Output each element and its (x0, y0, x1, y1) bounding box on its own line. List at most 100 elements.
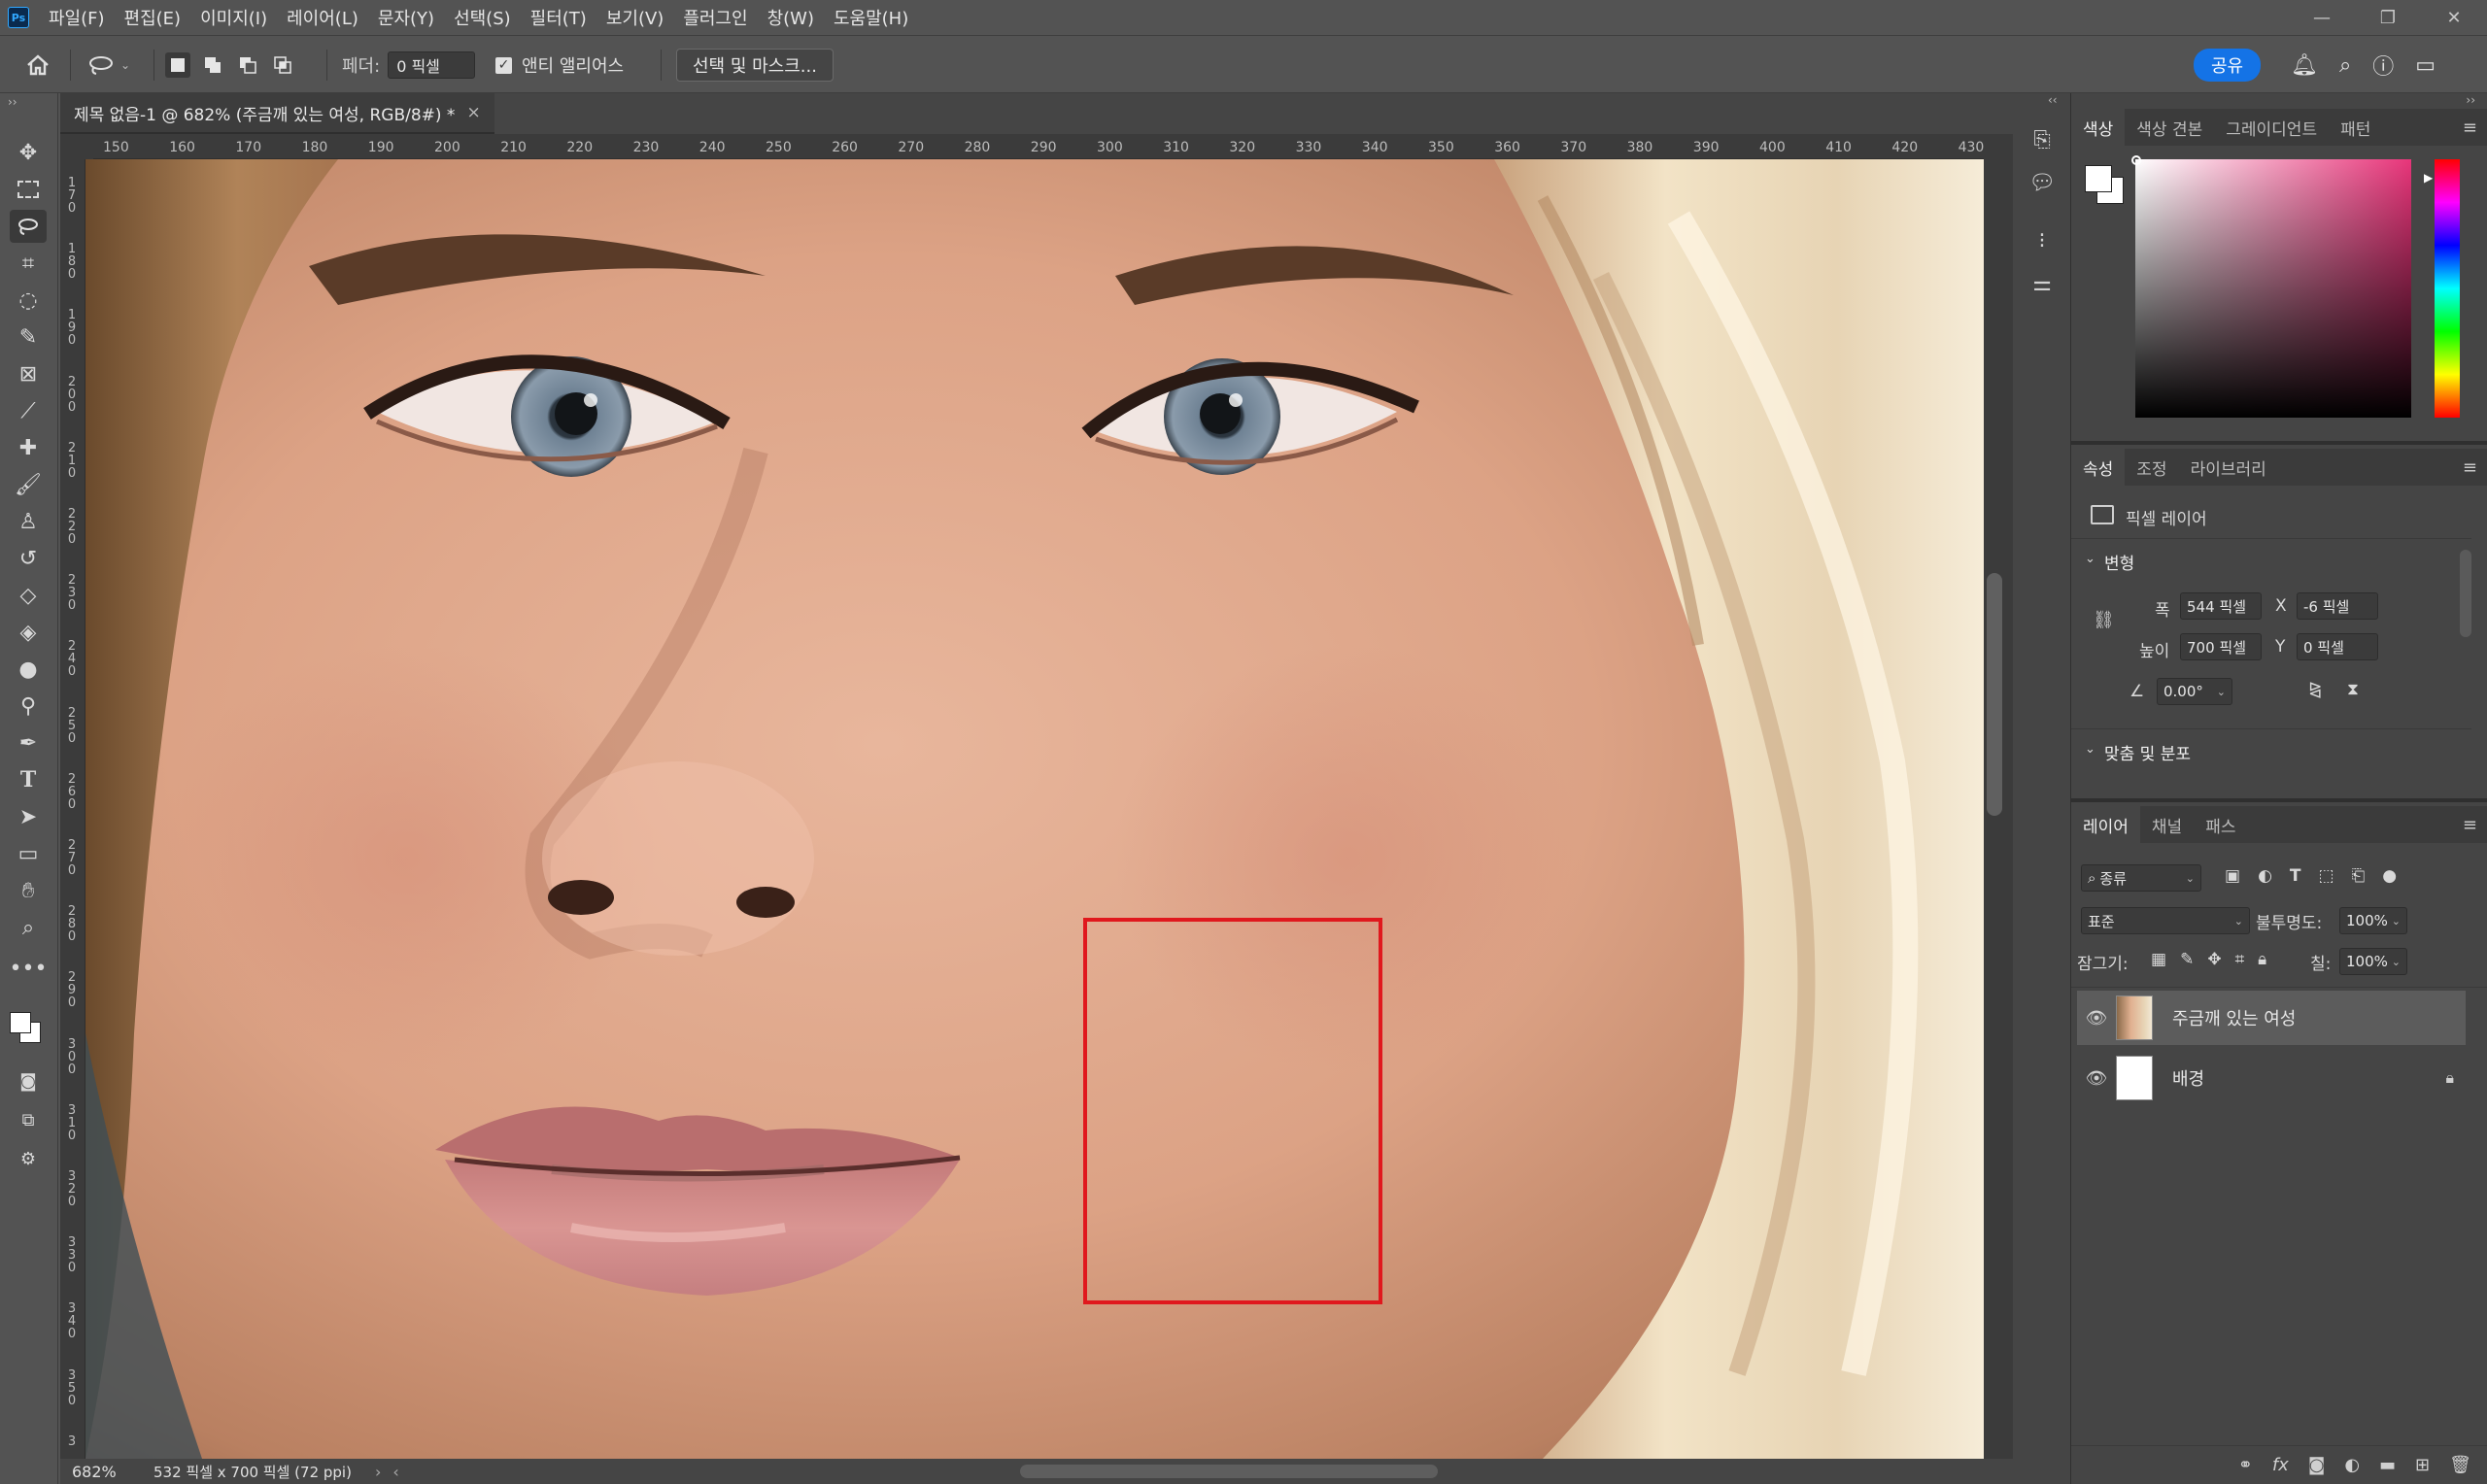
horizontal-scroll-thumb[interactable] (1020, 1465, 1438, 1478)
width-input[interactable]: 544 픽셀 (2180, 592, 2262, 620)
selection-rectangle[interactable] (1083, 918, 1382, 1304)
antialias-checkbox[interactable]: ✓ 앤티 앨리어스 (495, 36, 624, 94)
menu-view[interactable]: 보기(V) (606, 5, 664, 30)
dodge-tool-icon[interactable]: ⚲ (10, 690, 47, 723)
properties-scroll-thumb[interactable] (2460, 550, 2471, 637)
workspace-icon[interactable]: ▭ (2415, 53, 2436, 78)
visibility-eye-icon[interactable]: 👁︎ (2077, 1008, 2116, 1029)
eyedropper-tool-icon[interactable]: ⟋ (10, 394, 47, 427)
tab-properties[interactable]: 속성 (2071, 449, 2126, 486)
tab-gradients[interactable]: 그레이디언트 (2214, 109, 2329, 146)
subtract-selection-button[interactable] (235, 52, 260, 78)
help-icon[interactable]: ⓘ (2372, 50, 2394, 81)
close-window-button[interactable]: ✕ (2421, 8, 2487, 28)
tab-channels[interactable]: 채널 (2140, 806, 2194, 843)
pen-tool-icon[interactable]: ✒︎ (10, 726, 47, 759)
lock-all-icon[interactable]: 🔒︎ (2258, 950, 2266, 969)
document-size-info[interactable]: 532 픽셀 x 700 픽셀 (72 ppi) (153, 1462, 352, 1482)
height-input[interactable]: 700 픽셀 (2180, 633, 2262, 660)
tab-paths[interactable]: 패스 (2194, 806, 2247, 843)
fg-bg-swatch[interactable] (2083, 163, 2126, 206)
align-section-title[interactable]: 맞춤 및 분포 (2104, 740, 2191, 764)
move-tool-icon[interactable]: ✥ (10, 136, 47, 169)
flip-vertical-icon[interactable]: ⧗ (2347, 680, 2359, 699)
delete-layer-icon[interactable]: 🗑︎ (2449, 1455, 2471, 1475)
tab-adjustments[interactable]: 조정 (2125, 449, 2178, 486)
filter-pixel-icon[interactable]: ▣ (2225, 866, 2240, 886)
filter-shape-icon[interactable]: ⬚ (2319, 866, 2334, 886)
menu-select[interactable]: 선택(S) (454, 5, 511, 30)
ruler-origin[interactable] (60, 134, 93, 159)
eraser-tool-icon[interactable]: ◇ (10, 579, 47, 612)
document-tab[interactable]: 제목 없음-1 @ 682% (주금깨 있는 여성, RGB/8#) * × (60, 93, 494, 134)
intersect-selection-button[interactable] (270, 52, 295, 78)
restore-button[interactable]: ❐ (2355, 8, 2421, 28)
new-selection-button[interactable] (165, 52, 190, 78)
collapse-icon[interactable]: ‹‹ (2048, 93, 2058, 107)
brush-tool-icon[interactable]: 🖌︎ (10, 468, 47, 501)
hand-tool-icon[interactable]: ✋︎ (10, 874, 47, 907)
add-mask-icon[interactable]: ◙ (2308, 1455, 2325, 1475)
healing-brush-tool-icon[interactable]: ✚ (10, 431, 47, 464)
lock-position-icon[interactable]: ✥ (2207, 950, 2221, 969)
scroll-left-icon[interactable]: ‹ (392, 1463, 398, 1481)
menu-layer[interactable]: 레이어(L) (287, 5, 358, 30)
filter-smartobject-icon[interactable]: ⎗ (2352, 866, 2366, 886)
color-swatches[interactable] (8, 1006, 49, 1051)
chevron-down-icon[interactable]: ⌄ (2085, 552, 2095, 566)
opacity-input[interactable]: 100% ⌄ (2339, 907, 2407, 934)
paint-bucket-tool-icon[interactable]: ◈ (10, 616, 47, 649)
frame-tool-icon[interactable]: ⊠ (10, 357, 47, 390)
bell-icon[interactable]: 🔔︎ (2291, 53, 2318, 78)
status-arrow-icon[interactable]: › (375, 1463, 381, 1481)
hue-slider[interactable] (2435, 159, 2460, 418)
flip-horizontal-icon[interactable]: ⧎ (2308, 680, 2322, 699)
panel-menu-icon[interactable]: ≡ (2463, 815, 2477, 835)
visibility-eye-icon[interactable]: 👁︎ (2077, 1068, 2116, 1089)
y-input[interactable]: 0 픽셀 (2297, 633, 2378, 660)
layer-row[interactable]: 👁︎ 주금깨 있는 여성 (2077, 991, 2466, 1045)
panel-menu-icon[interactable]: ≡ (2463, 457, 2477, 478)
share-button[interactable]: 공유 (2194, 49, 2262, 82)
generative-icon[interactable]: ⚙︎ (10, 1142, 47, 1175)
path-selection-tool-icon[interactable]: ➤ (10, 800, 47, 833)
adjustment-layer-icon[interactable]: ◐ (2344, 1455, 2360, 1475)
menu-file[interactable]: 파일(F) (49, 5, 105, 30)
panel-menu-icon[interactable]: ≡ (2463, 118, 2477, 138)
lock-transparency-icon[interactable]: ▦ (2151, 950, 2166, 969)
filter-adjustment-icon[interactable]: ◐ (2258, 866, 2272, 886)
filter-type-icon[interactable]: T (2290, 866, 2301, 886)
new-group-icon[interactable]: ▬ (2379, 1455, 2396, 1475)
canvas-area[interactable] (85, 159, 1984, 1459)
zoom-level[interactable]: 682% (72, 1463, 150, 1481)
screen-mode-icon[interactable]: ⧉ (10, 1103, 47, 1136)
feather-input[interactable]: 0 픽셀 (388, 51, 476, 79)
blur-tool-icon[interactable]: ● (10, 653, 47, 686)
comments-icon[interactable]: 💬︎ (2027, 167, 2058, 198)
layer-name[interactable]: 배경 (2172, 1065, 2204, 1091)
rectangle-tool-icon[interactable]: ▭ (10, 837, 47, 870)
fx-icon[interactable]: fx (2272, 1455, 2289, 1475)
marquee-tool-icon[interactable] (10, 173, 47, 206)
tab-libraries[interactable]: 라이브러리 (2179, 449, 2278, 486)
color-field[interactable] (2131, 155, 2411, 418)
menu-window[interactable]: 창(W) (767, 5, 814, 30)
history-icon[interactable]: ⎘ (2027, 124, 2058, 155)
x-input[interactable]: -6 픽셀 (2297, 592, 2378, 620)
collapse-icon[interactable]: ›› (8, 95, 17, 109)
collapse-icon[interactable]: ›› (2466, 93, 2475, 107)
layer-filter-select[interactable]: ⌕ 종류 ⌄ (2081, 864, 2201, 892)
tab-layers[interactable]: 레이어 (2071, 806, 2140, 843)
minimize-button[interactable]: — (2289, 8, 2355, 28)
lasso-tool-icon[interactable] (10, 210, 47, 243)
brush-settings-icon[interactable]: ⁝ (2027, 225, 2058, 256)
home-button[interactable] (25, 36, 51, 94)
quick-mask-icon[interactable]: ◙ (10, 1064, 47, 1097)
blend-mode-select[interactable]: 표준 ⌄ (2081, 907, 2250, 934)
type-tool-icon[interactable]: T (10, 763, 47, 796)
menu-type[interactable]: 문자(Y) (378, 5, 434, 30)
adjustments-icon[interactable]: ⚌ (2027, 268, 2058, 299)
history-brush-tool-icon[interactable]: ↺ (10, 542, 47, 575)
tab-color[interactable]: 색상 (2071, 109, 2126, 146)
tab-patterns[interactable]: 패턴 (2329, 109, 2382, 146)
